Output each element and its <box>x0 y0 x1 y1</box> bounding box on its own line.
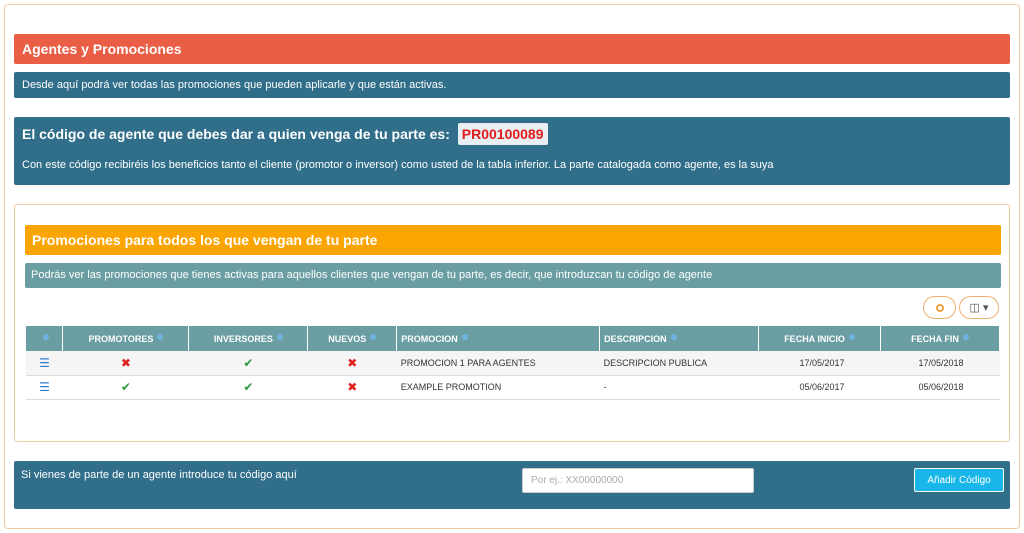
cell-fecha-inicio: 17/05/2017 <box>758 351 881 376</box>
cell-descripcion: DESCRIPCION PUBLICA <box>599 351 759 376</box>
check-icon: ✔ <box>243 355 254 370</box>
cell-promotores: ✖ <box>62 351 189 376</box>
agent-code-entry-label: Si vienes de parte de un agente introduc… <box>21 469 297 481</box>
table-row: ☰ ✖ ✔ ✖ PROMOCION 1 PARA AGENTES DESCRIP… <box>26 351 1000 376</box>
cell-fecha-inicio: 05/06/2017 <box>758 375 881 400</box>
refresh-button[interactable] <box>923 296 956 319</box>
agent-code-heading: El código de agente que debes dar a quie… <box>22 123 548 145</box>
agent-code-description: Con este código recibiréis los beneficio… <box>22 159 774 171</box>
column-header-nuevos[interactable]: NUEVOS <box>307 326 398 351</box>
table-row: ☰ ✔ ✔ ✖ EXAMPLE PROMOTION - 05/06/2017 0… <box>26 375 1000 400</box>
column-header-descripcion[interactable]: DESCRIPCION <box>599 326 760 351</box>
cell-promocion: PROMOCION 1 PARA AGENTES <box>396 351 600 376</box>
cell-inversores: ✔ <box>188 375 308 400</box>
agent-code-entry-bar: Si vienes de parte de un agente introduc… <box>14 461 1010 509</box>
promotions-info: Podrás ver las promociones que tienes ac… <box>25 263 1001 288</box>
check-icon: ✔ <box>120 380 131 394</box>
page-title: Agentes y Promociones <box>14 34 1010 64</box>
cell-nuevos: ✖ <box>307 351 397 376</box>
info-icon <box>43 333 50 340</box>
hamburger-menu-icon[interactable]: ☰ <box>39 380 50 394</box>
page-info: Desde aquí podrá ver todas las promocion… <box>14 72 1010 98</box>
column-header-inversores[interactable]: INVERSORES <box>188 326 309 351</box>
info-icon <box>461 333 468 340</box>
cross-icon: ✖ <box>120 355 131 370</box>
info-icon <box>157 333 164 340</box>
check-icon: ✔ <box>243 380 254 394</box>
hamburger-menu-icon[interactable]: ☰ <box>39 356 50 370</box>
cell-fecha-fin: 05/06/2018 <box>880 375 1000 400</box>
cell-nuevos: ✖ <box>307 375 397 400</box>
agent-code-panel: El código de agente que debes dar a quie… <box>14 117 1010 185</box>
column-header-fecha-fin[interactable]: FECHA FIN <box>880 326 1000 351</box>
agent-code-input[interactable] <box>522 468 754 493</box>
info-icon <box>670 333 677 340</box>
agent-code-title: El código de agente que debes dar a quie… <box>22 126 450 142</box>
promotions-table: PROMOTORES INVERSORES NUEVOS PROMOCION D… <box>26 326 1000 400</box>
columns-icon: ◫ ▾ <box>969 302 989 314</box>
cross-icon: ✖ <box>347 355 358 370</box>
column-header-actions[interactable] <box>26 326 64 351</box>
column-header-promotores[interactable]: PROMOTORES <box>62 326 190 351</box>
promotions-title: Promociones para todos los que vengan de… <box>25 225 1001 255</box>
info-icon <box>370 333 377 340</box>
cell-promocion: EXAMPLE PROMOTION <box>396 375 600 400</box>
table-header-row: PROMOTORES INVERSORES NUEVOS PROMOCION D… <box>26 326 1000 351</box>
column-header-promocion[interactable]: PROMOCION <box>396 326 601 351</box>
row-menu[interactable]: ☰ <box>26 351 63 376</box>
info-icon <box>276 333 283 340</box>
info-icon <box>848 333 855 340</box>
column-header-fecha-inicio[interactable]: FECHA INICIO <box>758 326 881 351</box>
add-code-button[interactable]: Añadir Código <box>914 468 1004 492</box>
columns-toggle-button[interactable]: ◫ ▾ <box>959 296 999 319</box>
cell-promotores: ✔ <box>62 375 189 400</box>
info-icon <box>962 333 969 340</box>
cell-descripcion: - <box>599 375 759 400</box>
refresh-icon <box>935 303 944 312</box>
agent-code-value[interactable]: PR00100089 <box>457 123 548 145</box>
cell-fecha-fin: 17/05/2018 <box>880 351 1000 376</box>
row-menu[interactable]: ☰ <box>26 375 63 400</box>
cross-icon: ✖ <box>347 380 358 394</box>
cell-inversores: ✔ <box>188 351 308 376</box>
promotions-panel: Promociones para todos los que vengan de… <box>14 204 1010 442</box>
